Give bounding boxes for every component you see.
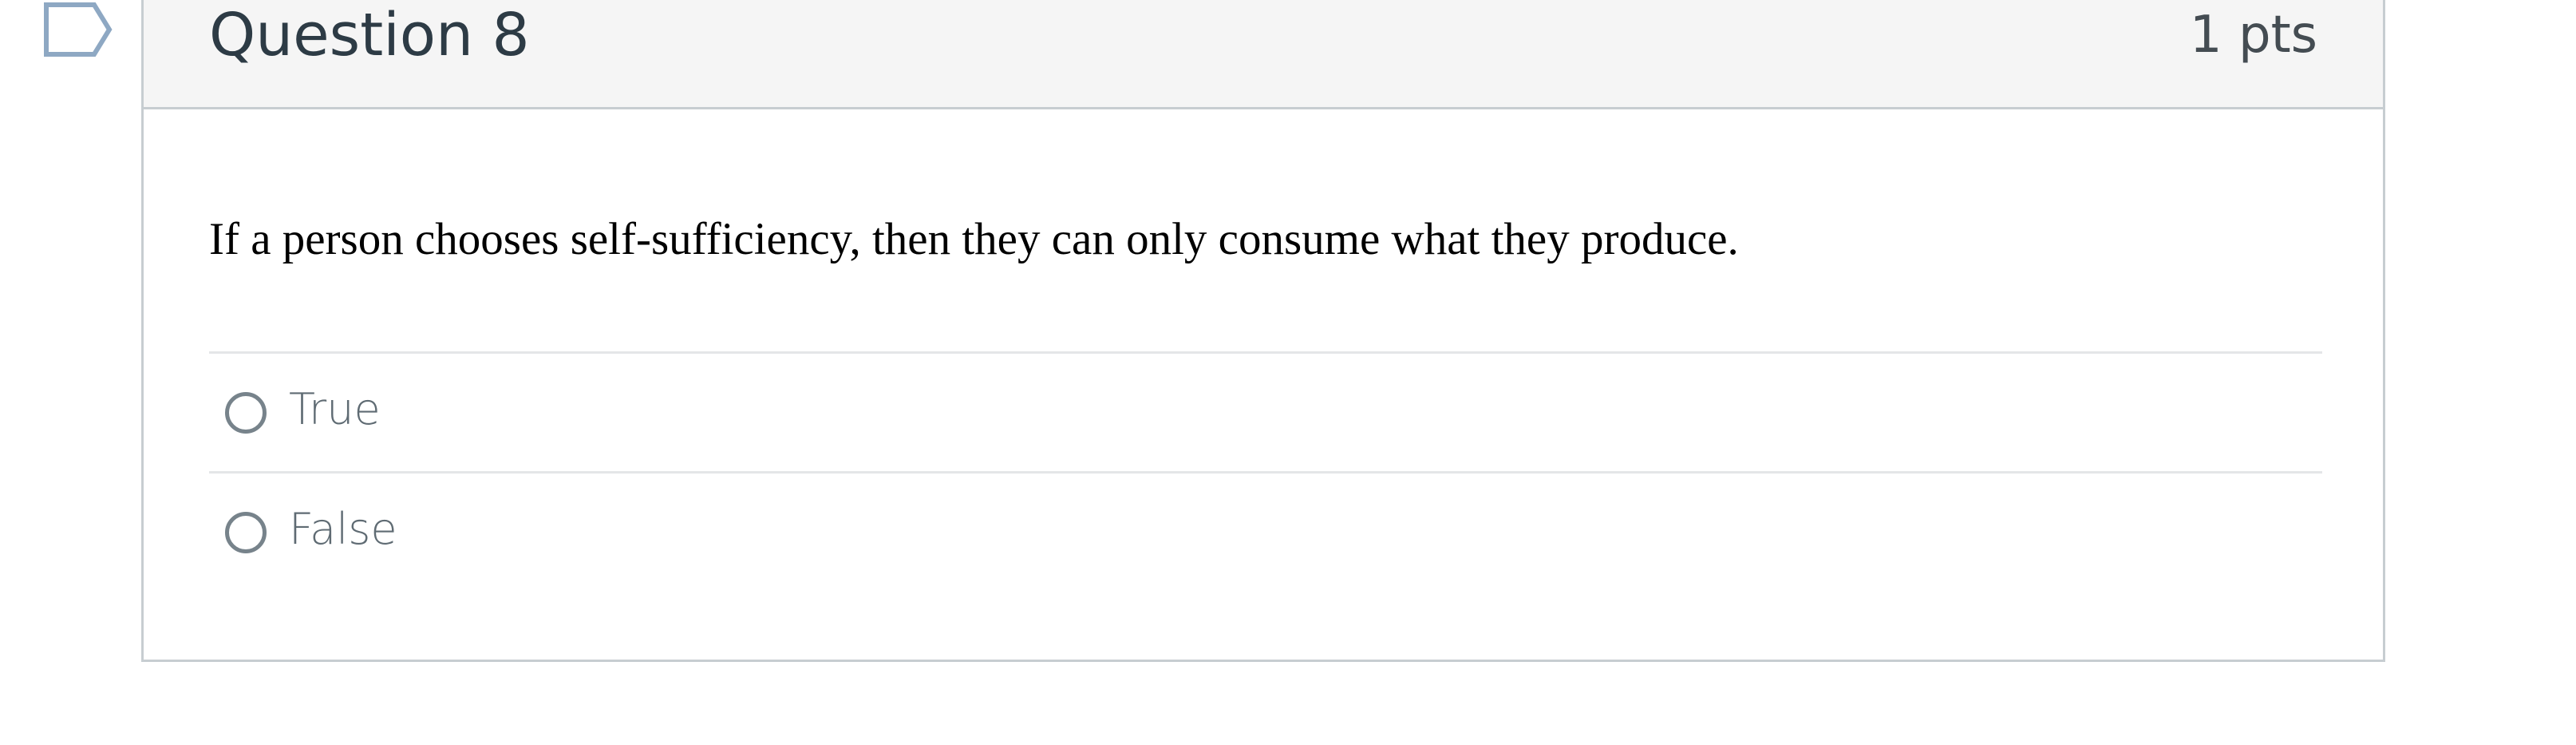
flag-question-icon[interactable] [43, 2, 113, 57]
answer-label-false[interactable]: False [289, 497, 397, 561]
radio-button-true[interactable] [225, 392, 267, 434]
radio-button-false[interactable] [225, 512, 267, 553]
question-text: If a person chooses self-sufficiency, th… [209, 214, 1739, 264]
answer-label-true[interactable]: True [289, 378, 381, 442]
question-card: Question 8 1 pts If a person chooses sel… [141, 0, 2385, 662]
question-header: Question 8 1 pts [144, 0, 2383, 109]
answer-list: True False [209, 351, 2322, 591]
question-title: Question 8 [209, 1, 530, 69]
question-points: 1 pts [2189, 6, 2317, 65]
answer-option-true[interactable]: True [209, 351, 2322, 471]
answer-option-false[interactable]: False [209, 471, 2322, 591]
